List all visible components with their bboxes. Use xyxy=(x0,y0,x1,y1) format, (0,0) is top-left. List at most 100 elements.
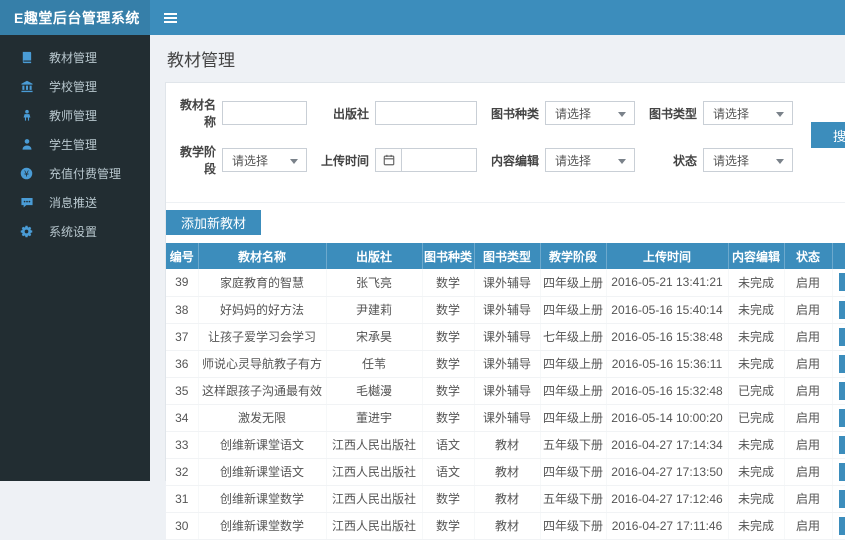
editor-select[interactable]: 请选择 xyxy=(545,148,635,172)
table-row: 39 家庭教育的智慧 张飞亮 数学 课外辅导 四年级上册 2016-05-21 … xyxy=(166,269,845,296)
cell-status: 启用 xyxy=(784,269,832,296)
cell-kind: 数学 xyxy=(422,404,474,431)
row-action-button[interactable] xyxy=(839,409,845,427)
sidebar-item-label: 学生管理 xyxy=(49,136,97,153)
cell-type: 教材 xyxy=(474,485,540,512)
textbook-name-input[interactable] xyxy=(222,101,307,125)
col-header-id: 编号 xyxy=(166,243,198,269)
upload-time-label: 上传时间 xyxy=(321,152,369,169)
cell-type: 课外辅导 xyxy=(474,377,540,404)
sidebar-item-messages[interactable]: 消息推送 xyxy=(0,188,150,217)
cell-kind: 语文 xyxy=(422,431,474,458)
cell-kind: 数学 xyxy=(422,485,474,512)
search-button[interactable]: 搜索 xyxy=(811,122,845,148)
sidebar-item-label: 教师管理 xyxy=(49,107,97,124)
cell-kind: 数学 xyxy=(422,512,474,539)
sidebar-item-teachers[interactable]: 教师管理 xyxy=(0,101,150,130)
stage-select[interactable]: 请选择 xyxy=(222,148,307,172)
sidebar-item-settings[interactable]: 系统设置 xyxy=(0,217,150,246)
cell-editor: 未完成 xyxy=(728,485,784,512)
row-action-button[interactable] xyxy=(839,490,845,508)
svg-text:¥: ¥ xyxy=(24,169,29,178)
cell-id: 30 xyxy=(166,512,198,539)
cell-actions xyxy=(832,377,845,404)
chevron-down-icon xyxy=(618,112,626,117)
cell-actions xyxy=(832,431,845,458)
student-icon xyxy=(19,138,34,152)
cell-name: 好妈妈的好方法 xyxy=(198,296,326,323)
row-action-button[interactable] xyxy=(839,382,845,400)
chevron-down-icon xyxy=(776,112,784,117)
cell-time: 四年级上册 xyxy=(540,404,606,431)
textbook-table: 编号 教材名称 出版社 图书种类 图书类型 教学阶段 上传时间 内容编辑 状态 … xyxy=(166,243,845,540)
cell-upload-time: 2016-05-14 10:00:20 xyxy=(606,404,728,431)
cell-actions xyxy=(832,404,845,431)
table-row: 35 这样跟孩子沟通最有效 毛樾漫 数学 课外辅导 四年级上册 2016-05-… xyxy=(166,377,845,404)
row-action-button[interactable] xyxy=(839,301,845,319)
navbar xyxy=(150,0,845,35)
chevron-down-icon xyxy=(618,159,626,164)
row-action-button[interactable] xyxy=(839,517,845,535)
cell-type: 课外辅导 xyxy=(474,269,540,296)
cell-publisher: 江西人民出版社 xyxy=(326,431,422,458)
book-type-select[interactable]: 请选择 xyxy=(703,101,793,125)
comment-icon xyxy=(19,196,34,210)
book-type-label: 图书类型 xyxy=(649,105,697,122)
cell-upload-time: 2016-04-27 17:11:46 xyxy=(606,512,728,539)
table-header-row: 编号 教材名称 出版社 图书种类 图书类型 教学阶段 上传时间 内容编辑 状态 xyxy=(166,243,845,269)
table-row: 30 创维新课堂数学 江西人民出版社 数学 教材 四年级下册 2016-04-2… xyxy=(166,512,845,539)
sidebar-item-textbooks[interactable]: 教材管理 xyxy=(0,43,150,72)
cell-upload-time: 2016-05-21 13:41:21 xyxy=(606,269,728,296)
cell-status: 启用 xyxy=(784,485,832,512)
cell-upload-time: 2016-05-16 15:40:14 xyxy=(606,296,728,323)
status-label: 状态 xyxy=(649,152,697,169)
add-textbook-button[interactable]: 添加新教材 xyxy=(166,210,261,235)
row-action-button[interactable] xyxy=(839,463,845,481)
cell-publisher: 江西人民出版社 xyxy=(326,512,422,539)
cell-id: 34 xyxy=(166,404,198,431)
col-header-type: 图书类型 xyxy=(474,243,540,269)
col-header-time: 上传时间 xyxy=(606,243,728,269)
toolbar: 添加新教材 xyxy=(166,203,845,243)
cell-editor: 未完成 xyxy=(728,512,784,539)
sidebar-item-label: 教材管理 xyxy=(49,49,97,66)
textbook-name-label: 教材名称 xyxy=(172,96,216,130)
cell-time: 七年级上册 xyxy=(540,323,606,350)
cell-upload-time: 2016-05-16 15:38:48 xyxy=(606,323,728,350)
sidebar-item-payment[interactable]: ¥ 充值付费管理 xyxy=(0,159,150,188)
cell-editor: 未完成 xyxy=(728,269,784,296)
book-icon xyxy=(19,51,34,65)
cell-actions xyxy=(832,350,845,377)
sidebar-toggle-icon[interactable] xyxy=(164,0,194,35)
cell-kind: 数学 xyxy=(422,323,474,350)
col-header-status: 状态 xyxy=(784,243,832,269)
publisher-input[interactable] xyxy=(375,101,477,125)
row-action-button[interactable] xyxy=(839,355,845,373)
sidebar-item-schools[interactable]: 学校管理 xyxy=(0,72,150,101)
coin-icon: ¥ xyxy=(19,167,34,181)
cell-editor: 未完成 xyxy=(728,350,784,377)
row-action-button[interactable] xyxy=(839,273,845,291)
book-kind-select[interactable]: 请选择 xyxy=(545,101,635,125)
cell-kind: 数学 xyxy=(422,350,474,377)
cell-editor: 未完成 xyxy=(728,296,784,323)
cell-time: 五年级下册 xyxy=(540,431,606,458)
upload-time-input[interactable] xyxy=(401,148,477,172)
cell-editor: 未完成 xyxy=(728,431,784,458)
cell-upload-time: 2016-04-27 17:12:46 xyxy=(606,485,728,512)
calendar-icon[interactable] xyxy=(375,148,401,172)
cell-kind: 数学 xyxy=(422,296,474,323)
sidebar-item-label: 系统设置 xyxy=(49,223,97,240)
cell-status: 启用 xyxy=(784,377,832,404)
book-kind-label: 图书种类 xyxy=(491,105,539,122)
cell-name: 创维新课堂语文 xyxy=(198,431,326,458)
col-header-stage: 教学阶段 xyxy=(540,243,606,269)
cell-editor: 已完成 xyxy=(728,377,784,404)
row-action-button[interactable] xyxy=(839,328,845,346)
status-select[interactable]: 请选择 xyxy=(703,148,793,172)
row-action-button[interactable] xyxy=(839,436,845,454)
sidebar-item-students[interactable]: 学生管理 xyxy=(0,130,150,159)
main-content: 教材管理 教材名称 出版社 图书种类 请选择 图书类型 请选择 xyxy=(150,35,845,481)
editor-label: 内容编辑 xyxy=(491,152,539,169)
cell-type: 课外辅导 xyxy=(474,350,540,377)
